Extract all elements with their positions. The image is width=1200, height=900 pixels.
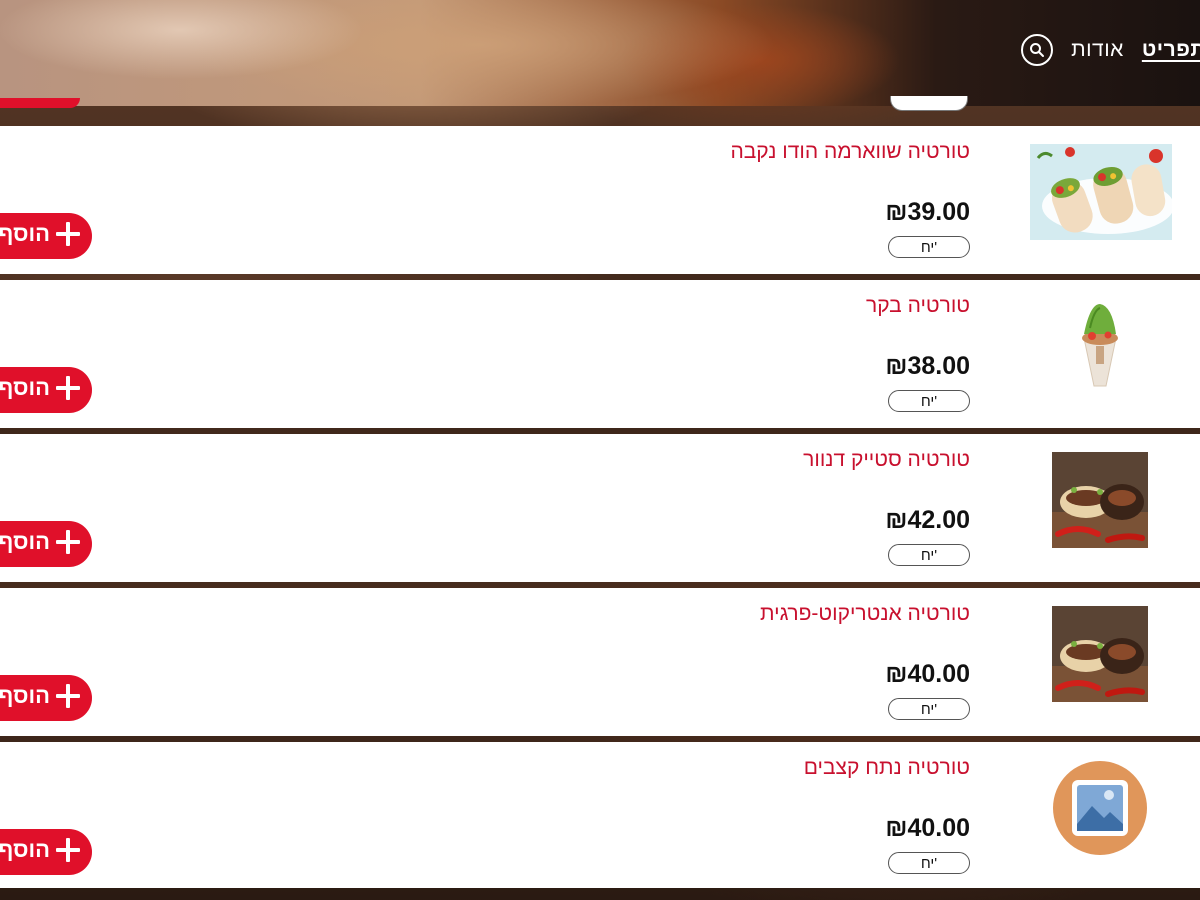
add-to-cart-button[interactable]: הוסף — [0, 367, 92, 413]
product-image[interactable] — [1052, 452, 1148, 548]
product-card: טורטיה סטייק דנוור ₪42.00 יח' הוסף — [0, 434, 1200, 582]
partial-unit-button[interactable] — [890, 96, 968, 111]
add-to-cart-button[interactable]: הוסף — [0, 675, 92, 721]
steak-wrap-photo — [1052, 606, 1148, 702]
unit-selector[interactable]: יח' — [888, 544, 970, 566]
unit-selector[interactable]: יח' — [888, 852, 970, 874]
unit-selector[interactable]: יח' — [888, 390, 970, 412]
add-label: הוסף — [0, 375, 50, 400]
product-name[interactable]: טורטיה סטייק דנוור — [803, 448, 970, 472]
add-label: הוסף — [0, 221, 50, 246]
partial-add-button[interactable] — [0, 98, 80, 108]
product-name[interactable]: טורטיה שווארמה הודו נקבה — [730, 140, 970, 164]
add-to-cart-button[interactable]: הוסף — [0, 829, 92, 875]
header-nav: תפריט אודות — [1007, 32, 1200, 68]
plus-icon — [56, 222, 80, 246]
product-card: טורטיה שווארמה הודו נקבה ₪39.00 יח' הוסף — [0, 126, 1200, 274]
wraps-photo — [1030, 144, 1172, 240]
product-price: ₪40.00 — [885, 814, 970, 842]
product-price: ₪38.00 — [885, 352, 970, 380]
add-label: הוסף — [0, 837, 50, 862]
product-price: ₪39.00 — [885, 198, 970, 226]
product-image[interactable] — [1052, 760, 1148, 856]
header-banner: תפריט אודות — [0, 0, 1200, 106]
image-placeholder-icon — [1053, 761, 1147, 855]
unit-selector[interactable]: יח' — [888, 236, 970, 258]
add-to-cart-button[interactable]: הוסף — [0, 213, 92, 259]
add-to-cart-button[interactable]: הוסף — [0, 521, 92, 567]
product-image[interactable] — [1052, 606, 1148, 702]
product-image[interactable] — [1070, 298, 1130, 394]
add-label: הוסף — [0, 683, 50, 708]
product-image[interactable] — [1030, 144, 1172, 240]
steak-wrap-photo — [1052, 452, 1148, 548]
plus-icon — [56, 530, 80, 554]
product-price: ₪42.00 — [885, 506, 970, 534]
wrap-cone-photo — [1070, 298, 1130, 394]
product-price: ₪40.00 — [885, 660, 970, 688]
add-label: הוסף — [0, 529, 50, 554]
product-name[interactable]: טורטיה בקר — [866, 294, 970, 318]
product-card: טורטיה בקר ₪38.00 יח' הוסף — [0, 280, 1200, 428]
search-icon — [1030, 43, 1045, 57]
product-name[interactable]: טורטיה נתח קצבים — [804, 756, 970, 780]
product-name[interactable]: טורטיה אנטריקוט-פרגית — [760, 602, 970, 626]
product-card: טורטיה נתח קצבים ₪40.00 יח' הוסף — [0, 742, 1200, 888]
plus-icon — [56, 838, 80, 862]
nav-menu-link[interactable]: תפריט — [1142, 38, 1200, 62]
unit-selector[interactable]: יח' — [888, 698, 970, 720]
search-button[interactable] — [1021, 34, 1054, 66]
plus-icon — [56, 684, 80, 708]
product-card: טורטיה אנטריקוט-פרגית ₪40.00 יח' הוסף — [0, 588, 1200, 736]
plus-icon — [56, 376, 80, 400]
nav-about-link[interactable]: אודות — [1071, 38, 1124, 62]
